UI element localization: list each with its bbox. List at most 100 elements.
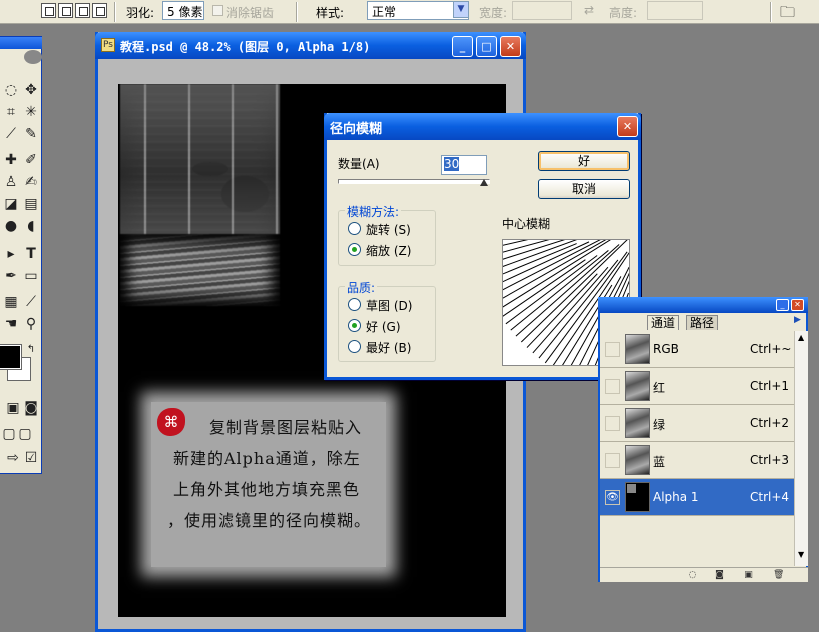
- separator: [114, 2, 116, 22]
- best-label: 最好 (B): [366, 341, 412, 355]
- panel-menu-icon[interactable]: ▶: [794, 315, 801, 325]
- channel-row[interactable]: 👁 Alpha 1 Ctrl+4: [600, 479, 794, 516]
- save-selection-icon[interactable]: ◙: [714, 570, 725, 580]
- close-icon[interactable]: ✕: [617, 116, 638, 137]
- palette-well-icon[interactable]: 🗀: [780, 2, 795, 27]
- subtract-from-selection-icon[interactable]: [75, 3, 90, 18]
- draft-radio[interactable]: [348, 298, 361, 311]
- visibility-eye-icon[interactable]: [605, 342, 620, 357]
- channel-row[interactable]: 绿 Ctrl+2: [600, 405, 794, 442]
- tab-channels[interactable]: 通道: [647, 315, 680, 330]
- channel-name: 蓝: [653, 455, 666, 469]
- psd-file-icon: Ps: [101, 38, 115, 52]
- screen-mode-full-icon[interactable]: ▢: [14, 423, 36, 445]
- height-input[interactable]: [647, 1, 703, 20]
- amount-label: 数量(A): [338, 157, 380, 171]
- intersect-selection-icon[interactable]: [92, 3, 107, 18]
- document-title: 教程.psd @ 48.2% (图层 0, Alpha 1/8): [120, 40, 371, 54]
- visibility-eye-icon[interactable]: [605, 416, 620, 431]
- notes-icon[interactable]: ▦: [0, 291, 22, 313]
- scroll-up-icon[interactable]: ▲: [798, 333, 804, 342]
- crop-icon[interactable]: ⌗: [0, 101, 22, 123]
- channel-name: 红: [653, 381, 666, 395]
- pen-icon[interactable]: ✒: [0, 265, 22, 287]
- clone-stamp-icon[interactable]: ♙: [0, 171, 22, 193]
- visibility-eye-icon[interactable]: 👁: [605, 490, 620, 505]
- slider-thumb[interactable]: [480, 179, 488, 186]
- scroll-down-icon[interactable]: ▼: [798, 550, 804, 559]
- brush-icon[interactable]: ✐: [20, 149, 42, 171]
- close-icon[interactable]: ✕: [791, 299, 804, 311]
- height-label: 高度:: [609, 6, 638, 20]
- rectangle-icon[interactable]: ▭: [20, 265, 42, 287]
- feather-input[interactable]: 5 像素: [162, 1, 204, 20]
- magic-wand-icon[interactable]: ✳: [20, 101, 42, 123]
- ok-button[interactable]: 好: [538, 151, 630, 171]
- channel-thumbnail: [625, 408, 650, 438]
- history-brush-icon[interactable]: ✍: [20, 171, 42, 193]
- channel-row[interactable]: RGB Ctrl+~: [600, 331, 794, 368]
- swap-icon[interactable]: ⇄: [584, 3, 594, 17]
- healing-brush-icon[interactable]: ✚: [0, 149, 22, 171]
- quick-mask-icon[interactable]: ◙: [20, 397, 42, 419]
- new-selection-icon[interactable]: [41, 3, 56, 18]
- blur-ray: [505, 255, 598, 325]
- good-label: 好 (G): [366, 320, 401, 334]
- zoom-radio[interactable]: [348, 243, 361, 256]
- channels-panel-titlebar[interactable]: _ ✕: [598, 297, 808, 313]
- lasso-icon[interactable]: ◌: [0, 79, 22, 101]
- slice-icon[interactable]: ⟋: [0, 123, 22, 145]
- channel-shortcut: Ctrl+3: [750, 453, 790, 467]
- width-input[interactable]: [512, 1, 572, 20]
- eraser-icon[interactable]: ◪: [0, 193, 22, 215]
- dodge-icon[interactable]: ◖: [20, 215, 42, 237]
- load-selection-icon[interactable]: ◌: [687, 570, 698, 580]
- channel-row[interactable]: 蓝 Ctrl+3: [600, 442, 794, 479]
- tutorial-line: 复制背景图层粘贴入: [209, 418, 363, 437]
- amount-slider[interactable]: [338, 179, 490, 186]
- amount-input[interactable]: 30: [441, 155, 487, 175]
- cancel-button[interactable]: 取消: [538, 179, 630, 199]
- document-titlebar[interactable]: Ps 教程.psd @ 48.2% (图层 0, Alpha 1/8) _ □ …: [95, 32, 526, 59]
- minimize-icon[interactable]: _: [776, 299, 789, 311]
- good-radio[interactable]: [348, 319, 361, 332]
- maximize-icon[interactable]: □: [476, 36, 497, 57]
- antialias-checkbox[interactable]: [212, 5, 223, 16]
- visibility-eye-icon[interactable]: [605, 379, 620, 394]
- channel-shortcut: Ctrl+~: [750, 342, 792, 356]
- antialias-label: 消除锯齿: [226, 6, 275, 20]
- channel-shortcut: Ctrl+2: [750, 416, 790, 430]
- visibility-eye-icon[interactable]: [605, 453, 620, 468]
- toolbox-titlebar: [0, 37, 42, 49]
- type-icon[interactable]: T: [20, 243, 42, 265]
- chevron-down-icon[interactable]: ▼: [453, 1, 469, 18]
- eyedropper-icon[interactable]: ⟋: [20, 291, 42, 313]
- path-selection-icon[interactable]: ▸: [0, 243, 22, 265]
- draft-label: 草图 (D): [366, 299, 413, 313]
- best-radio[interactable]: [348, 340, 361, 353]
- channels-panel: _ ✕ 通道 路径 ▶ RGB Ctrl+~ 红 Ctrl+1 绿 Ctrl+2 蓝 Ctrl…: [598, 297, 808, 582]
- close-icon[interactable]: ✕: [500, 36, 521, 57]
- foreground-color-swatch[interactable]: [0, 344, 22, 370]
- eyedropper-small-icon[interactable]: ✎: [20, 123, 42, 145]
- spin-radio[interactable]: [348, 222, 361, 235]
- channels-scrollbar[interactable]: ▲ ▼: [794, 331, 808, 566]
- tutorial-line: 上角外其他地方填充黑色: [173, 480, 361, 499]
- add-to-selection-icon[interactable]: [58, 3, 73, 18]
- tab-paths[interactable]: 路径: [686, 315, 719, 330]
- dialog-titlebar[interactable]: 径向模糊 ✕: [324, 113, 641, 140]
- move-icon[interactable]: ✥: [20, 79, 42, 101]
- swap-colors-icon[interactable]: ↰: [20, 339, 42, 361]
- zoom-icon[interactable]: ⚲: [20, 313, 42, 335]
- minimize-icon[interactable]: _: [452, 36, 473, 57]
- gradient-icon[interactable]: ▤: [20, 193, 42, 215]
- quality-group: 品质: 草图 (D) 好 (G) 最好 (B): [338, 279, 436, 362]
- imageready-icon[interactable]: ☑: [20, 447, 42, 469]
- channel-shortcut: Ctrl+1: [750, 379, 790, 393]
- new-channel-icon[interactable]: ▣: [743, 570, 754, 580]
- blur-icon[interactable]: ●: [0, 215, 22, 237]
- hand-icon[interactable]: ☚: [0, 313, 22, 335]
- delete-channel-icon[interactable]: 🗑: [773, 570, 784, 580]
- channel-row[interactable]: 红 Ctrl+1: [600, 368, 794, 405]
- separator: [770, 2, 772, 22]
